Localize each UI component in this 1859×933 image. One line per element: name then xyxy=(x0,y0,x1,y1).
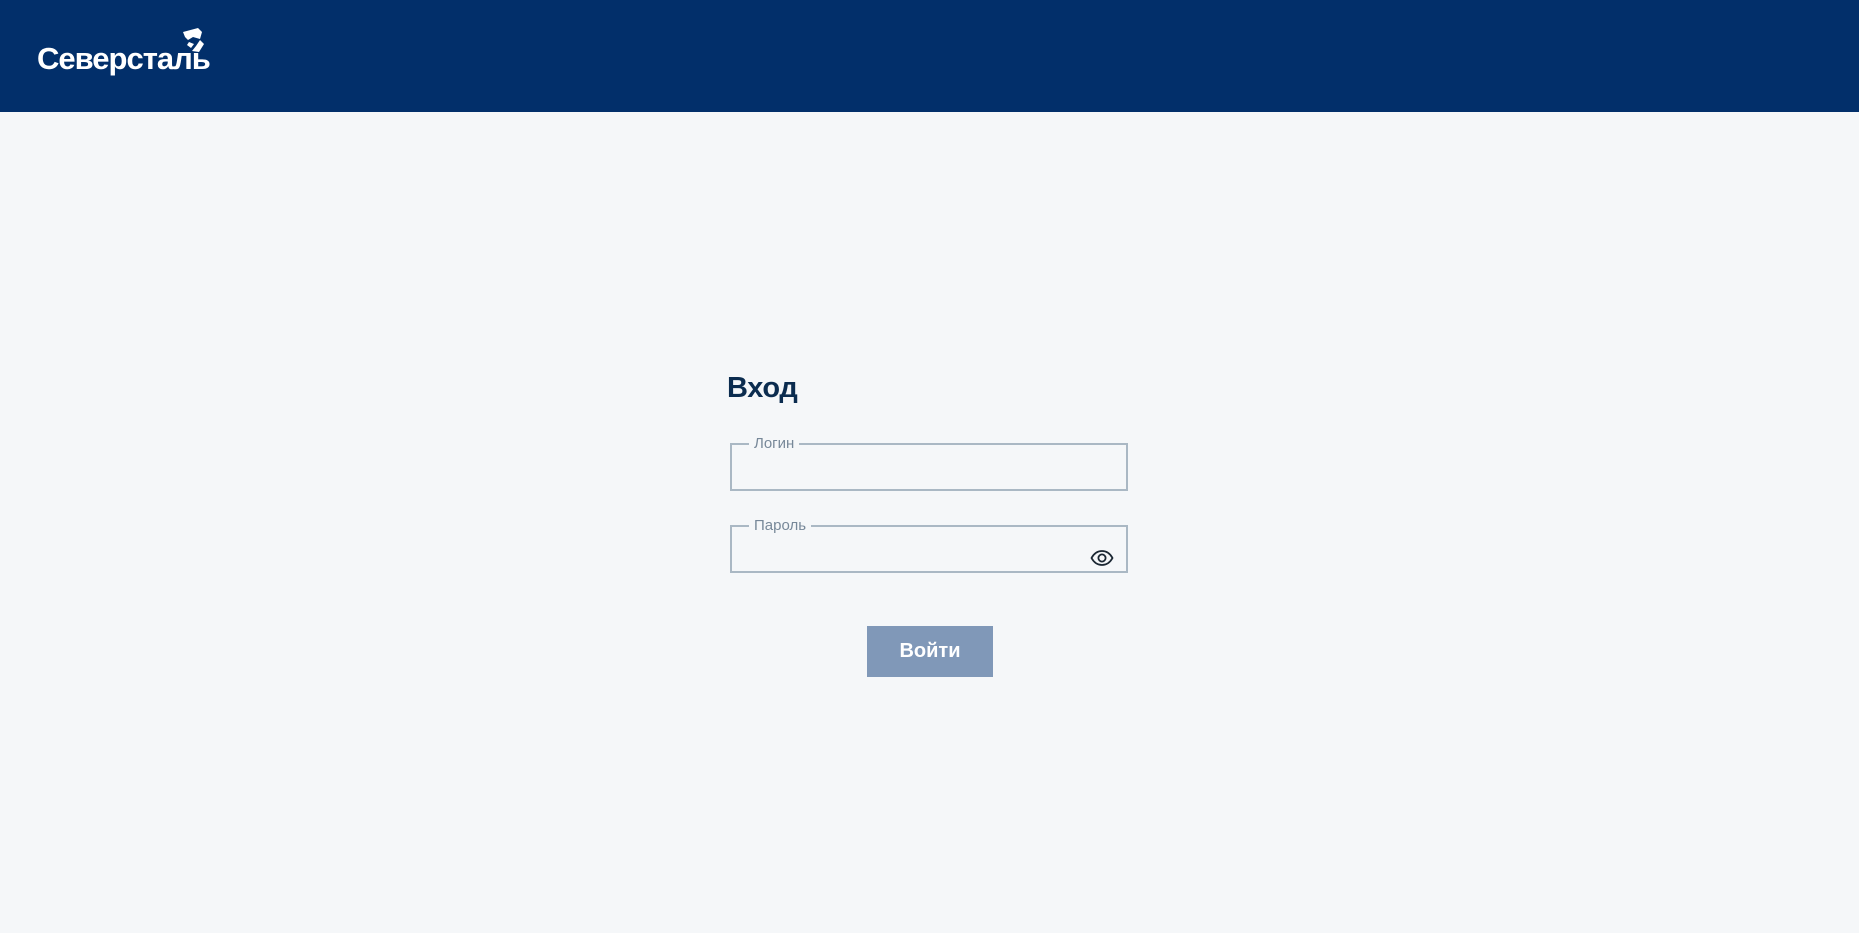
login-field-label: Логин xyxy=(754,435,795,452)
brand-logo[interactable]: Северсталь xyxy=(37,26,217,82)
password-input[interactable] xyxy=(748,541,1082,573)
severstal-logo-mark-icon xyxy=(183,28,204,52)
password-field[interactable]: Пароль xyxy=(730,518,1128,573)
password-field-label: Пароль xyxy=(754,517,807,534)
submit-button[interactable]: Войти xyxy=(867,626,993,677)
page-title: Вход xyxy=(727,372,798,404)
eye-icon[interactable] xyxy=(1090,546,1114,570)
top-header: Северсталь xyxy=(0,0,1859,112)
login-field[interactable]: Логин xyxy=(730,436,1128,491)
login-input[interactable] xyxy=(748,459,1082,491)
